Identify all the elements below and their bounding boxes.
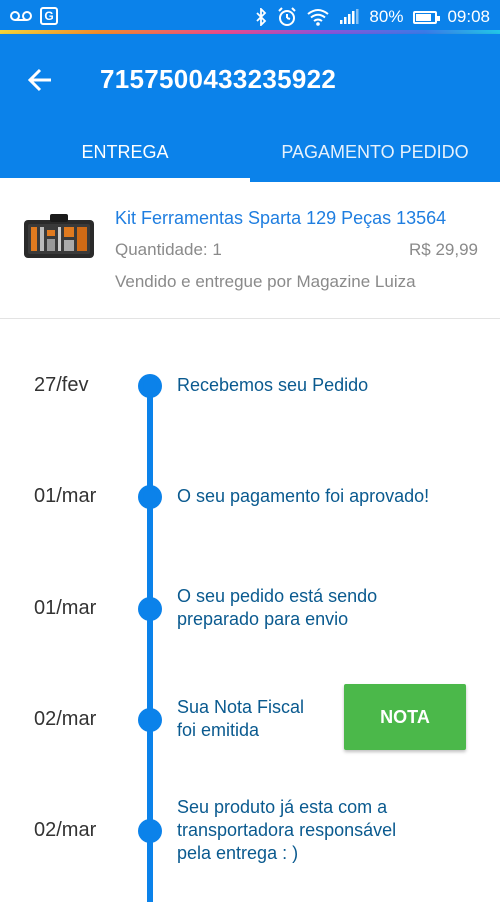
timeline-dot (138, 708, 162, 732)
timeline-text: Recebemos seu Pedido (177, 374, 368, 397)
signal-icon (339, 6, 359, 28)
voicemail-icon (10, 5, 32, 27)
back-button[interactable] (22, 62, 58, 98)
product-image (22, 212, 96, 262)
nota-fiscal-button[interactable]: NOTA (344, 684, 466, 750)
timeline-text-line: Recebemos seu Pedido (177, 375, 369, 395)
timeline-text: Sua Nota Fiscal foi emitida (177, 696, 304, 742)
product-name-link[interactable]: Kit Ferramentas Sparta 129 Peças 13564 (115, 208, 446, 229)
alarm-icon (277, 6, 297, 28)
translate-icon: G (40, 5, 58, 27)
timeline-dot (138, 485, 162, 509)
product-seller: Vendido e entregue por Magazine Luiza (115, 272, 416, 291)
tab-entrega[interactable]: ENTREGA (0, 122, 250, 182)
timeline-text-line: O seu pedido está sendo (177, 586, 378, 606)
timeline-text-line: preparado para envio (177, 609, 349, 629)
page-title: 7157500433235922 (100, 64, 337, 94)
tab-bar: ENTREGA PAGAMENTO PEDIDO (0, 122, 500, 182)
timeline-dot (138, 374, 162, 398)
arrow-left-icon (27, 68, 51, 92)
status-bar: G 80% 09:08 (0, 0, 500, 34)
timeline-text-line: transportadora responsável (177, 820, 397, 840)
timeline-date: 01/mar (34, 597, 97, 619)
timeline-text-line: Seu produto já esta com a (177, 797, 388, 817)
timeline-step: 01/mar O seu pedido está sendo preparado… (0, 585, 500, 665)
app-bar: 7157500433235922 ENTREGA PAGAMENTO PEDID… (0, 34, 500, 182)
delivery-timeline: 27/fev Recebemos seu Pedido 01/mar O seu… (0, 318, 500, 902)
battery-icon (413, 6, 441, 28)
timeline-text: O seu pagamento foi aprovado! (177, 485, 429, 508)
battery-percent: 80% (369, 7, 404, 26)
timeline-step: 27/fev Recebemos seu Pedido (0, 372, 500, 452)
timeline-date: 02/mar (34, 708, 97, 730)
timeline-text: Seu produto já esta com a transportadora… (177, 796, 396, 865)
wifi-icon (307, 6, 330, 28)
timeline-text-line: O seu pagamento foi aprovado! (177, 486, 430, 506)
timeline-date: 02/mar (34, 819, 97, 841)
timeline-text: O seu pedido está sendo preparado para e… (177, 585, 377, 631)
product-price: R$ 29,99 (409, 240, 478, 259)
timeline-step: 02/mar Seu produto já esta com a transpo… (0, 796, 500, 876)
timeline-step: 01/mar O seu pagamento foi aprovado! (0, 483, 500, 563)
product-quantity: Quantidade: 1 (115, 240, 222, 259)
timeline-text-line: foi emitida (177, 720, 260, 740)
tab-pagamento-pedido[interactable]: PAGAMENTO PEDIDO (250, 122, 500, 182)
clock: 09:08 (447, 7, 490, 26)
bluetooth-icon (255, 6, 267, 28)
timeline-date: 01/mar (34, 485, 97, 507)
timeline-date: 27/fev (34, 374, 89, 396)
timeline-text-line: pela entrega : ) (177, 843, 299, 863)
timeline-dot (138, 819, 162, 843)
timeline-text-line: Sua Nota Fiscal (177, 697, 305, 717)
timeline-dot (138, 597, 162, 621)
product-card: Kit Ferramentas Sparta 129 Peças 13564 Q… (0, 182, 500, 319)
